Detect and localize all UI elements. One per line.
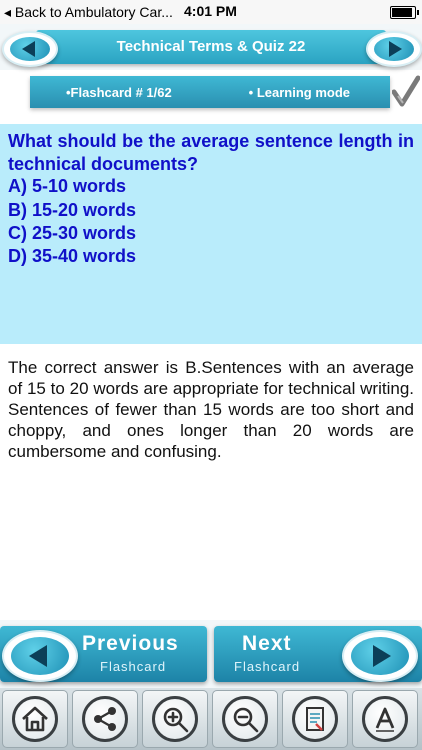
battery-icon [390, 6, 419, 19]
zoom-out-icon [233, 707, 259, 733]
option-c[interactable]: C) 25-30 words [8, 223, 136, 244]
header-back-button[interactable] [2, 31, 58, 67]
arrow-right-icon [373, 645, 391, 667]
option-a[interactable]: A) 5-10 words [8, 176, 126, 197]
next-label: Next [242, 632, 292, 655]
header: Technical Terms & Quiz 22 [0, 24, 422, 70]
learning-mode-label: • Learning mode [248, 85, 350, 100]
arrow-right-icon [389, 41, 402, 57]
zoom-out-button[interactable] [212, 690, 278, 748]
arrow-left-icon [22, 41, 35, 57]
document-icon [306, 707, 324, 731]
document-button[interactable] [282, 690, 348, 748]
previous-sublabel: Flashcard [100, 659, 167, 674]
previous-label: Previous [82, 632, 179, 655]
status-bar: ◂ Back to Ambulatory Car... 4:01 PM [0, 0, 422, 24]
option-d[interactable]: D) 35-40 words [8, 246, 136, 267]
header-forward-button[interactable] [366, 31, 422, 67]
home-button[interactable] [2, 690, 68, 748]
previous-arrow-button[interactable] [2, 630, 78, 682]
question-panel: What should be the average sentence leng… [0, 124, 422, 344]
zoom-in-icon [163, 707, 189, 733]
option-b[interactable]: B) 15-20 words [8, 200, 136, 221]
question-text: What should be the average sentence leng… [8, 131, 414, 174]
arrow-left-icon [29, 645, 47, 667]
status-time: 4:01 PM [184, 3, 237, 19]
font-icon [375, 707, 395, 732]
page-title: Technical Terms & Quiz 22 [116, 38, 306, 55]
font-button[interactable] [352, 690, 418, 748]
flashcard-info-bar: •Flashcard # 1/62 • Learning mode [30, 76, 390, 108]
bottom-toolbar [0, 688, 422, 750]
share-button[interactable] [72, 690, 138, 748]
flashcard-counter: •Flashcard # 1/62 [66, 85, 172, 100]
share-icon [94, 707, 116, 731]
back-to-app-link[interactable]: ◂ Back to Ambulatory Car... [4, 4, 173, 21]
home-icon [22, 706, 48, 732]
answer-explanation: The correct answer is B.Sentences with a… [8, 358, 414, 461]
checkmark-logo-icon [392, 75, 420, 107]
next-arrow-button[interactable] [342, 630, 418, 682]
next-sublabel: Flashcard [234, 659, 301, 674]
zoom-in-button[interactable] [142, 690, 208, 748]
